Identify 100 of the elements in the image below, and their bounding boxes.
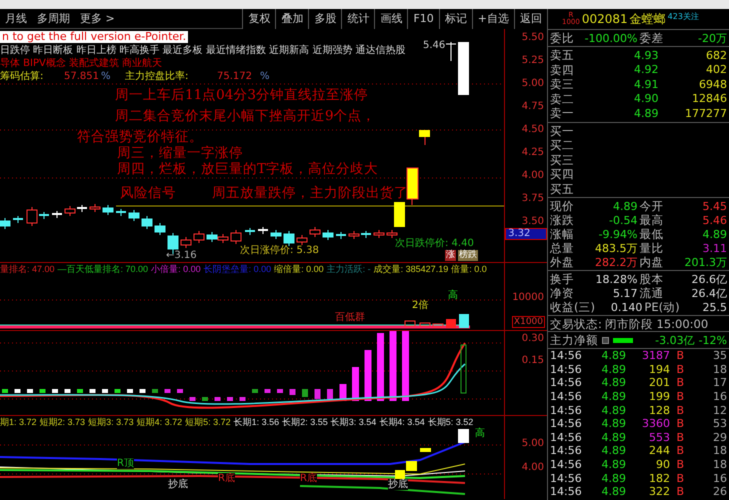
tick-side: B (675, 472, 684, 485)
tick-volume: 182 (648, 472, 670, 485)
signal-tag: 涨 (445, 250, 456, 261)
chart-annotation: 周五放量跌停，主力阶段出货了 (212, 185, 408, 201)
order-level-label: 买二 (550, 138, 575, 152)
quote-label: PE(动) (644, 300, 680, 314)
candlestick (116, 208, 126, 216)
tick-count: 18 (712, 362, 727, 376)
signal-mark: R底 (218, 473, 235, 484)
tick-side: B (675, 485, 684, 498)
candlestick (310, 226, 320, 238)
tick-price: 4.89 (600, 404, 626, 417)
tick-count: 35 (712, 349, 727, 362)
chart-annotation: 周一上车后11点04分3分钟直线拉至涨停 (115, 87, 368, 103)
candlestick (206, 232, 218, 242)
tick-volume: 201 (648, 376, 670, 390)
stat-unit: % (101, 71, 111, 82)
toolbar-button[interactable]: 统计 (341, 8, 374, 28)
price-axis-label: 3.75 (522, 194, 544, 204)
cursor-price-label: 3.32 (505, 228, 547, 240)
order-volume: 402 (705, 63, 727, 76)
volume-mark: 高 (448, 290, 458, 301)
net-flow-label: 主力净额 (550, 333, 598, 347)
volume-mark: 2倍 (412, 300, 428, 311)
order-level-label: 卖五 (550, 48, 575, 62)
chart-annotation: 符合强势竞价特征。 (77, 129, 203, 145)
candlestick (446, 42, 456, 62)
high-price-label: 5.46 (423, 40, 446, 51)
follower-count: 423关注 (668, 11, 699, 22)
quote-value: 0.140 (610, 300, 642, 314)
quote-label: 股本 (640, 272, 664, 286)
toolbar-button[interactable]: 叠加 (275, 8, 308, 28)
stock-code: 002081 (582, 12, 628, 26)
candlestick (336, 232, 346, 240)
net-flow-percent: -12% (698, 334, 727, 346)
tick-time: 14:56 (550, 404, 583, 417)
candlestick (180, 236, 192, 248)
tick-time: 14:56 (550, 349, 583, 362)
quote-value: 5.46 (702, 214, 727, 226)
tick-volume: 3360 (641, 417, 670, 430)
indicator-readout: 成交量: 385427.19 (374, 264, 448, 275)
candlestick (230, 230, 242, 244)
toolbar-button[interactable]: 返回 (514, 8, 547, 28)
toolbar-button[interactable]: F10 (407, 8, 439, 28)
candlestick (154, 222, 166, 236)
toolbar-link[interactable]: 多周期 (32, 11, 75, 26)
net-flow-value: -3.03亿 (655, 334, 695, 346)
moving-average-readout: 长期4: 3.54 (379, 417, 425, 428)
tick-side: B (675, 390, 684, 404)
order-level-label: 卖三 (550, 77, 575, 92)
candlestick (64, 206, 76, 216)
tick-side: B (675, 430, 684, 444)
candlestick (394, 202, 405, 227)
toolbar-button[interactable]: +自选 (472, 8, 514, 28)
moving-average-readout: 短期5: 3.72 (185, 417, 231, 428)
toggle-icon[interactable] (602, 336, 609, 344)
quote-value: 5.45 (702, 200, 727, 212)
quote-value: 18.28% (594, 272, 638, 286)
price-axis-label: 5.00 (522, 79, 544, 89)
toolbar-button[interactable]: 标记 (438, 8, 472, 28)
quote-label: 流通 (640, 286, 664, 300)
quote-value: -0.54 (608, 214, 638, 226)
toolbar-button[interactable]: 复权 (242, 8, 276, 28)
tick-side: B (675, 376, 684, 390)
toolbar-button[interactable]: 画线 (374, 8, 408, 28)
toolbar-button[interactable]: 多股 (308, 8, 342, 28)
stat-unit: % (260, 71, 270, 82)
tick-time: 14:56 (550, 417, 583, 430)
stock-name: 金螳螂 (630, 10, 666, 28)
indicator-tags: 日跌停 昨日断板 昨日上榜 昨高换手 最近多板 最近情绪指数 近期新高 近期强势 通达信热股 (0, 45, 406, 56)
chart-annotation: 周二集合竞价末尾小幅下挫高开近9个点， (115, 108, 376, 124)
toolbar-link[interactable]: 月线 (0, 11, 32, 26)
ma-axis-label: 5.00 (522, 439, 544, 449)
quote-value: -9.94% (598, 228, 638, 240)
quote-value: -20万 (697, 32, 727, 44)
moving-average-readout: 短期3: 3.73 (88, 417, 134, 428)
net-flow-bar (613, 338, 633, 342)
tick-volume: 128 (648, 404, 670, 417)
order-level-label: 买四 (550, 167, 575, 182)
quote-value: -100.00% (584, 32, 638, 44)
tick-count: 16 (712, 390, 727, 404)
order-price: 4.92 (633, 63, 658, 76)
tick-price: 4.89 (600, 390, 626, 404)
price-axis-label: 4.75 (522, 102, 544, 112)
quote-label: 今开 (640, 199, 664, 213)
order-level-label: 卖四 (550, 62, 575, 77)
tick-volume: 194 (648, 362, 670, 376)
tick-side: B (675, 349, 684, 362)
tick-time: 14:56 (550, 362, 583, 376)
moving-average-readout: 长期2: 3.55 (282, 417, 328, 428)
concept-tags: 导体 BIPV概念 装配式建筑 商业航天 (0, 58, 162, 69)
candlestick (270, 230, 282, 240)
price-axis-label: 3.50 (522, 217, 544, 227)
volume-axis-label: 10000 (512, 293, 544, 303)
tick-side: B (675, 417, 684, 430)
order-volume: 682 (705, 48, 727, 62)
toolbar-link[interactable]: 更多 > (75, 11, 120, 26)
tick-price: 4.89 (600, 417, 626, 430)
trading-status-label: 交易状态: (550, 316, 602, 330)
signal-mark: R顶 (117, 458, 134, 469)
